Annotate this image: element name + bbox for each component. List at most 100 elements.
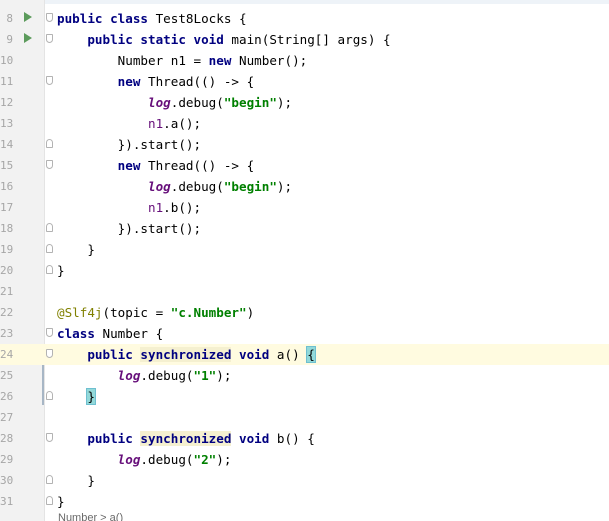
code-token: n1 bbox=[148, 116, 164, 131]
code-text[interactable]: public class Test8Locks { bbox=[57, 8, 247, 29]
code-text[interactable]: public synchronized void b() { bbox=[57, 428, 315, 449]
code-line[interactable]: 30 } bbox=[0, 470, 609, 491]
line-number[interactable]: 8 bbox=[0, 8, 13, 29]
code-text[interactable]: public static void main(String[] args) { bbox=[57, 29, 390, 50]
breadcrumb[interactable]: Number > a() bbox=[58, 513, 123, 521]
code-text[interactable]: public synchronized void a() { bbox=[57, 344, 316, 365]
code-text[interactable]: Number n1 = new Number(); bbox=[57, 50, 308, 71]
line-number[interactable]: 16 bbox=[0, 176, 13, 197]
code-text[interactable]: n1.b(); bbox=[57, 197, 201, 218]
code-text[interactable]: } bbox=[57, 491, 65, 512]
code-token: .debug( bbox=[140, 452, 194, 467]
code-text[interactable]: new Thread(() -> { bbox=[57, 71, 255, 92]
fold-marker-icon[interactable] bbox=[46, 13, 53, 22]
code-token: "begin" bbox=[223, 95, 277, 110]
fold-marker-icon[interactable] bbox=[46, 433, 53, 442]
code-line[interactable]: 27 bbox=[0, 407, 609, 428]
code-line[interactable]: 8 public class Test8Locks { bbox=[0, 8, 609, 29]
line-number[interactable]: 17 bbox=[0, 197, 13, 218]
breadcrumb-bar[interactable]: Number > a() bbox=[0, 512, 609, 521]
code-token: }).start(); bbox=[57, 221, 202, 236]
line-number[interactable]: 13 bbox=[0, 113, 13, 134]
line-number[interactable]: 23 bbox=[0, 323, 13, 344]
code-line[interactable]: 12 log.debug("begin"); bbox=[0, 92, 609, 113]
line-number[interactable]: 21 bbox=[0, 281, 13, 302]
code-text[interactable]: } bbox=[57, 386, 96, 407]
line-number[interactable]: 12 bbox=[0, 92, 13, 113]
run-gutter-icon[interactable] bbox=[24, 12, 32, 22]
code-line[interactable]: 23 class Number { bbox=[0, 323, 609, 344]
code-line[interactable]: 29 log.debug("2"); bbox=[0, 449, 609, 470]
code-line[interactable]: 22 @Slf4j(topic = "c.Number") bbox=[0, 302, 609, 323]
fold-marker-icon[interactable] bbox=[46, 391, 53, 400]
code-line[interactable]: 25 log.debug("1"); bbox=[0, 365, 609, 386]
fold-marker-icon[interactable] bbox=[46, 496, 53, 505]
code-line[interactable]: 15 new Thread(() -> { bbox=[0, 155, 609, 176]
line-number[interactable]: 27 bbox=[0, 407, 13, 428]
line-number[interactable]: 24 bbox=[0, 344, 13, 365]
code-line[interactable]: 24 public synchronized void a() { bbox=[0, 344, 609, 365]
line-number[interactable]: 28 bbox=[0, 428, 13, 449]
code-line[interactable]: 18 }).start(); bbox=[0, 218, 609, 239]
code-text[interactable]: log.debug("begin"); bbox=[57, 176, 292, 197]
code-text[interactable]: log.debug("1"); bbox=[57, 365, 232, 386]
code-token: } bbox=[57, 494, 65, 509]
code-line[interactable]: 28 public synchronized void b() { bbox=[0, 428, 609, 449]
line-number[interactable]: 11 bbox=[0, 71, 13, 92]
code-token: } bbox=[57, 242, 95, 257]
code-editor[interactable]: 8 public class Test8Locks {9 public stati… bbox=[0, 0, 609, 521]
fold-marker-icon[interactable] bbox=[46, 223, 53, 232]
line-number[interactable]: 22 bbox=[0, 302, 13, 323]
line-number[interactable]: 31 bbox=[0, 491, 13, 512]
fold-marker-icon[interactable] bbox=[46, 328, 53, 337]
code-line[interactable]: 26 } bbox=[0, 386, 609, 407]
code-token: Thread(() -> { bbox=[148, 74, 255, 89]
fold-marker-icon[interactable] bbox=[46, 76, 53, 85]
run-gutter-icon[interactable] bbox=[24, 33, 32, 43]
fold-marker-icon[interactable] bbox=[46, 139, 53, 148]
code-text[interactable]: n1.a(); bbox=[57, 113, 201, 134]
fold-marker-icon[interactable] bbox=[46, 244, 53, 253]
line-number[interactable]: 10 bbox=[0, 50, 13, 71]
code-text[interactable]: new Thread(() -> { bbox=[57, 155, 255, 176]
code-line[interactable]: 19 } bbox=[0, 239, 609, 260]
code-line[interactable]: 31} bbox=[0, 491, 609, 512]
code-line[interactable]: 20} bbox=[0, 260, 609, 281]
line-number[interactable]: 26 bbox=[0, 386, 13, 407]
line-number[interactable]: 25 bbox=[0, 365, 13, 386]
code-lines[interactable]: 8 public class Test8Locks {9 public stati… bbox=[0, 8, 609, 512]
code-text[interactable]: @Slf4j(topic = "c.Number") bbox=[57, 302, 254, 323]
code-text[interactable]: }).start(); bbox=[57, 134, 201, 155]
fold-marker-icon[interactable] bbox=[46, 34, 53, 43]
line-number[interactable]: 29 bbox=[0, 449, 13, 470]
code-line[interactable]: 14 }).start(); bbox=[0, 134, 609, 155]
line-number[interactable]: 19 bbox=[0, 239, 13, 260]
code-text[interactable]: log.debug("2"); bbox=[57, 449, 232, 470]
fold-marker-icon[interactable] bbox=[46, 349, 53, 358]
code-text[interactable]: log.debug("begin"); bbox=[57, 92, 292, 113]
fold-marker-icon[interactable] bbox=[46, 160, 53, 169]
line-number[interactable]: 20 bbox=[0, 260, 13, 281]
code-line[interactable]: 13 n1.a(); bbox=[0, 113, 609, 134]
code-text[interactable]: } bbox=[57, 239, 95, 260]
line-number[interactable]: 18 bbox=[0, 218, 13, 239]
line-number[interactable]: 15 bbox=[0, 155, 13, 176]
code-line[interactable]: 9 public static void main(String[] args)… bbox=[0, 29, 609, 50]
fold-marker-icon[interactable] bbox=[46, 475, 53, 484]
code-text[interactable]: } bbox=[57, 470, 95, 491]
fold-marker-icon[interactable] bbox=[46, 265, 53, 274]
line-number[interactable]: 30 bbox=[0, 470, 13, 491]
line-number[interactable]: 14 bbox=[0, 134, 13, 155]
line-number[interactable]: 9 bbox=[0, 29, 13, 50]
code-line[interactable]: 17 n1.b(); bbox=[0, 197, 609, 218]
code-text[interactable]: } bbox=[57, 260, 65, 281]
code-text[interactable]: }).start(); bbox=[57, 218, 201, 239]
code-line[interactable]: 10 Number n1 = new Number(); bbox=[0, 50, 609, 71]
code-text[interactable]: class Number { bbox=[57, 323, 163, 344]
code-line[interactable]: 21 bbox=[0, 281, 609, 302]
code-line[interactable]: 11 new Thread(() -> { bbox=[0, 71, 609, 92]
code-token: { bbox=[306, 346, 316, 363]
code-line[interactable]: 16 log.debug("begin"); bbox=[0, 176, 609, 197]
